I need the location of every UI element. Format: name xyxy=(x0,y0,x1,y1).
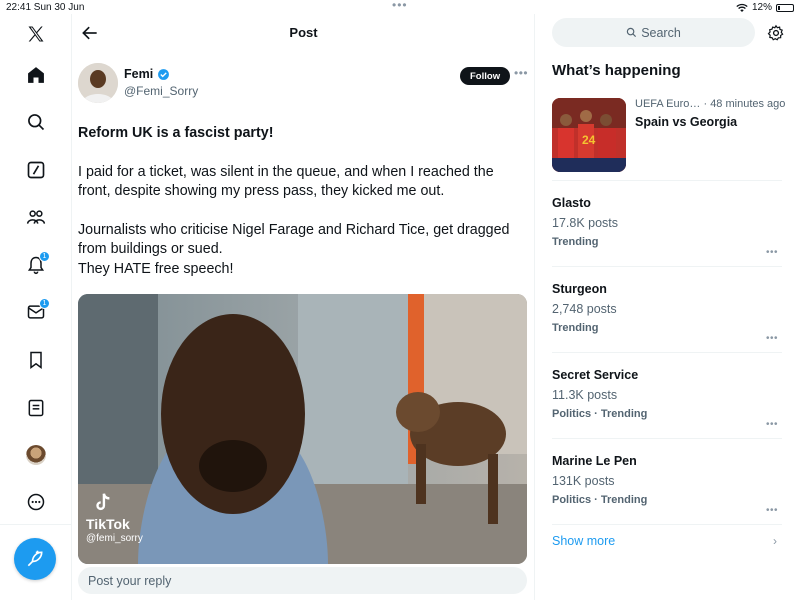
author-name-row[interactable]: Femi xyxy=(124,67,170,81)
chevron-right-icon: › xyxy=(773,534,777,548)
trend-title: Sturgeon xyxy=(552,282,607,296)
settings-gear-icon[interactable] xyxy=(767,24,785,42)
more-icon[interactable] xyxy=(22,488,50,516)
communities-icon[interactable] xyxy=(22,203,50,231)
trend-count: 2,748 posts xyxy=(552,302,617,316)
search-label: Search xyxy=(641,25,681,40)
divider xyxy=(552,438,782,439)
messages-badge: 1 xyxy=(39,298,50,309)
author-handle[interactable]: @Femi_Sorry xyxy=(124,84,198,98)
notifications-icon[interactable]: 1 xyxy=(22,251,50,279)
featured-trend-image[interactable]: 24 xyxy=(552,98,626,172)
show-more-link[interactable]: Show more xyxy=(552,534,615,548)
post-column: Post Femi @Femi_Sorry Follow ••• Reform … xyxy=(72,14,535,600)
trend-label: Trending xyxy=(552,236,599,248)
nav-divider xyxy=(0,524,72,525)
trend-title: Secret Service xyxy=(552,368,639,382)
post-video[interactable]: TikTok @femi_sorry xyxy=(78,294,527,564)
profile-avatar[interactable] xyxy=(22,441,50,469)
x-logo-icon[interactable] xyxy=(22,20,50,48)
left-nav: 1 1 xyxy=(0,14,72,600)
trend-label: Politics · Trending xyxy=(552,408,648,420)
status-time: 22:41 Sun 30 Jun xyxy=(6,2,85,13)
trend-label: Politics · Trending xyxy=(552,494,648,506)
divider xyxy=(552,266,782,267)
bookmarks-icon[interactable] xyxy=(22,346,50,374)
home-icon[interactable] xyxy=(22,61,50,89)
divider xyxy=(552,352,782,353)
multitasking-dots-icon[interactable]: ••• xyxy=(392,0,408,12)
post-paragraph: I paid for a ticket, was silent in the q… xyxy=(78,163,494,200)
trend-item[interactable]: Sturgeon 2,748 posts Trending ••• xyxy=(552,282,782,344)
battery-percent: 12% xyxy=(751,2,772,13)
trend-item[interactable]: Glasto 17.8K posts Trending ••• xyxy=(552,196,782,258)
trend-label: Trending xyxy=(552,322,599,334)
feather-pen-icon xyxy=(27,550,43,567)
trend-count: 17.8K posts xyxy=(552,216,619,230)
compose-button[interactable] xyxy=(14,538,56,580)
post-paragraph: Journalists who criticise Nigel Farage a… xyxy=(78,221,510,258)
reply-input[interactable] xyxy=(78,567,527,594)
grok-icon[interactable] xyxy=(22,156,50,184)
lists-icon[interactable] xyxy=(22,394,50,422)
trend-more-icon[interactable]: ••• xyxy=(766,247,778,258)
divider xyxy=(552,524,782,525)
whats-happening-heading: What’s happening xyxy=(552,62,681,79)
trend-title: Marine Le Pen xyxy=(552,454,637,468)
notifications-badge: 1 xyxy=(39,251,50,262)
post-paragraph: They HATE free speech! xyxy=(78,260,234,277)
author-avatar[interactable] xyxy=(78,63,118,103)
follow-button[interactable]: Follow xyxy=(460,67,511,85)
video-frame xyxy=(78,294,527,564)
status-indicators: 12% xyxy=(736,2,794,13)
featured-trend-title[interactable]: Spain vs Georgia xyxy=(635,115,737,129)
trend-count: 11.3K posts xyxy=(552,388,618,402)
tiktok-watermark: TikTok @femi_sorry xyxy=(86,490,143,544)
search-icon[interactable] xyxy=(22,108,50,136)
post-header: Post xyxy=(72,14,534,54)
verified-badge-icon xyxy=(158,68,170,80)
status-bar: 22:41 Sun 30 Jun ••• 12% xyxy=(0,0,800,14)
trend-more-icon[interactable]: ••• xyxy=(766,333,778,344)
trend-item[interactable]: Secret Service 11.3K posts Politics · Tr… xyxy=(552,368,782,430)
avatar xyxy=(26,445,46,465)
post-headline: Reform UK is a fascist party! xyxy=(78,125,274,141)
svg-text:24: 24 xyxy=(582,133,596,147)
divider xyxy=(552,180,782,181)
trend-more-icon[interactable]: ••• xyxy=(766,505,778,516)
trend-count: 131K posts xyxy=(552,474,615,488)
page-title: Post xyxy=(289,25,318,40)
right-sidebar: Search What’s happening 24 UEFA Euro… · … xyxy=(535,14,800,600)
trend-title: Glasto xyxy=(552,196,591,210)
featured-trend-meta: UEFA Euro… · 48 minutes ago xyxy=(635,98,786,110)
messages-icon[interactable]: 1 xyxy=(22,298,50,326)
trend-more-icon[interactable]: ••• xyxy=(766,419,778,430)
search-icon xyxy=(626,27,637,38)
author-name[interactable]: Femi xyxy=(124,67,153,81)
post-more-icon[interactable]: ••• xyxy=(514,66,528,80)
tiktok-logo-icon xyxy=(96,493,110,511)
post-body: Reform UK is a fascist party! I paid for… xyxy=(78,124,530,279)
wifi-icon xyxy=(736,3,748,12)
tiktok-handle: @femi_sorry xyxy=(86,533,143,544)
reply-composer[interactable] xyxy=(78,567,527,594)
trend-item[interactable]: Marine Le Pen 131K posts Politics · Tren… xyxy=(552,454,782,516)
tiktok-label: TikTok xyxy=(86,516,130,532)
battery-icon xyxy=(776,3,794,12)
search-input[interactable]: Search xyxy=(552,18,755,47)
